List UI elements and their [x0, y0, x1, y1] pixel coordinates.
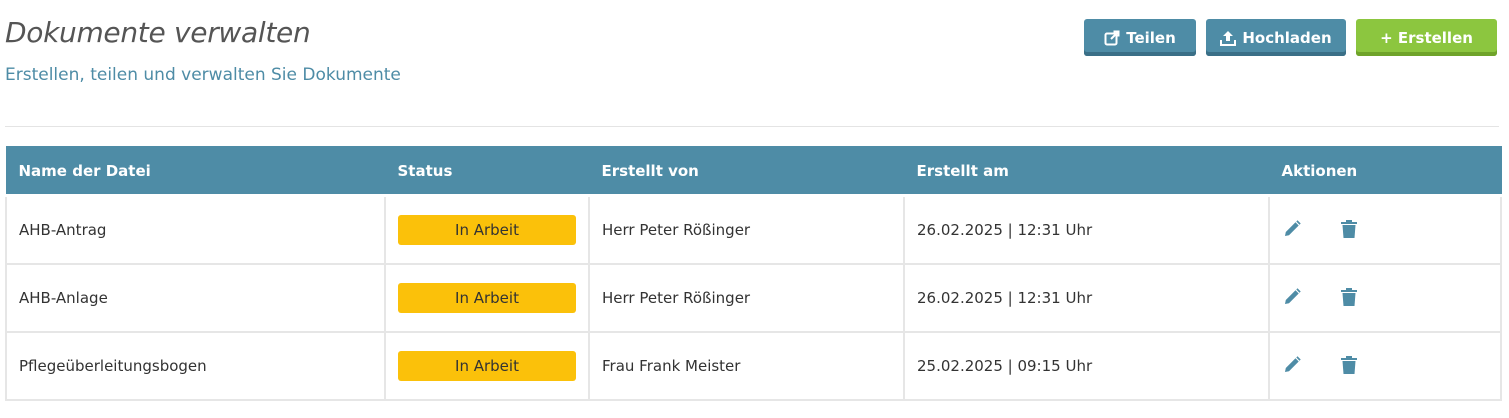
pencil-icon	[1282, 355, 1302, 378]
created-at: 26.02.2025 | 12:31 Uhr	[903, 194, 1270, 265]
share-icon	[1104, 30, 1120, 46]
file-name: AHB-Antrag	[5, 194, 386, 265]
created-by: Herr Peter Rößinger	[588, 263, 905, 333]
divider	[5, 126, 1499, 127]
delete-button[interactable]	[1340, 355, 1358, 378]
column-header-status: Status	[384, 146, 590, 197]
edit-button[interactable]	[1282, 219, 1302, 242]
created-at: 26.02.2025 | 12:31 Uhr	[903, 263, 1270, 333]
column-header-actions: Aktionen	[1268, 146, 1502, 197]
column-header-created-at: Erstellt am	[903, 146, 1270, 197]
column-header-name: Name der Datei	[5, 146, 386, 197]
table-header-row: Name der Datei Status Erstellt von Erste…	[5, 146, 1502, 197]
status-badge: In Arbeit	[398, 215, 576, 245]
page-subtitle: Erstellen, teilen und verwalten Sie Doku…	[5, 65, 401, 85]
trash-icon	[1340, 287, 1358, 310]
row-actions	[1282, 287, 1500, 310]
file-name: Pflegeüberleitungsbogen	[5, 331, 386, 401]
delete-button[interactable]	[1340, 287, 1358, 310]
page-title: Dokumente verwalten	[5, 16, 311, 49]
status-badge: In Arbeit	[398, 351, 576, 381]
create-button-label: + Erstellen	[1380, 28, 1473, 47]
row-actions	[1282, 219, 1500, 242]
trash-icon	[1340, 355, 1358, 378]
trash-icon	[1340, 219, 1358, 242]
edit-button[interactable]	[1282, 355, 1302, 378]
delete-button[interactable]	[1340, 219, 1358, 242]
create-button[interactable]: + Erstellen	[1356, 19, 1497, 56]
toolbar: Teilen Hochladen + Erstellen	[1084, 19, 1497, 56]
file-name: AHB-Anlage	[5, 263, 386, 333]
share-button[interactable]: Teilen	[1084, 19, 1196, 56]
status-badge: In Arbeit	[398, 283, 576, 313]
share-button-label: Teilen	[1126, 28, 1176, 47]
pencil-icon	[1282, 219, 1302, 242]
created-by: Herr Peter Rößinger	[588, 194, 905, 265]
created-by: Frau Frank Meister	[588, 331, 905, 401]
pencil-icon	[1282, 287, 1302, 310]
table-row: Pflegeüberleitungsbogen In Arbeit Frau F…	[5, 331, 1502, 401]
upload-button[interactable]: Hochladen	[1206, 19, 1346, 56]
upload-button-label: Hochladen	[1242, 28, 1332, 47]
row-actions	[1282, 355, 1500, 378]
table-row: AHB-Anlage In Arbeit Herr Peter Rößinger…	[5, 263, 1502, 333]
created-at: 25.02.2025 | 09:15 Uhr	[903, 331, 1270, 401]
documents-table: Name der Datei Status Erstellt von Erste…	[5, 146, 1502, 401]
table-row: AHB-Antrag In Arbeit Herr Peter Rößinger…	[5, 194, 1502, 265]
edit-button[interactable]	[1282, 287, 1302, 310]
column-header-created-by: Erstellt von	[588, 146, 905, 197]
upload-icon	[1220, 30, 1237, 46]
